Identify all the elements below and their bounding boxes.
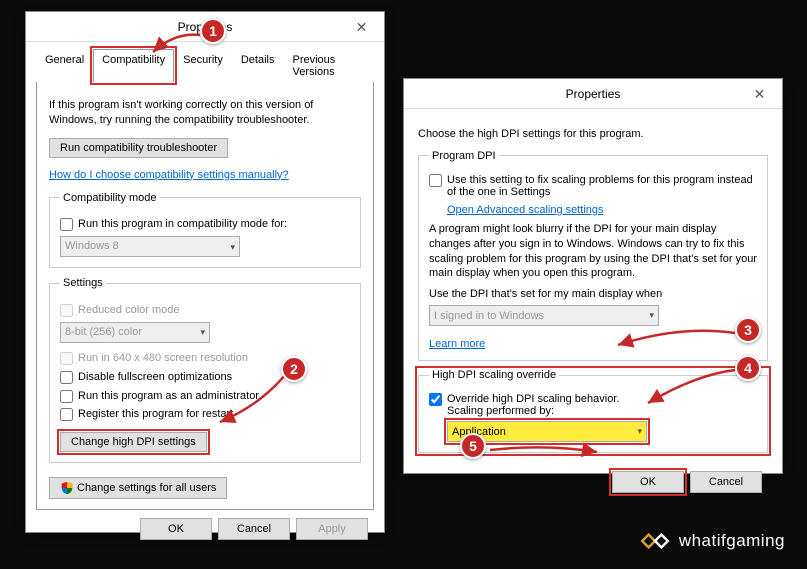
disable-fullscreen-checkbox[interactable] (60, 371, 73, 384)
logo-text: whatifgaming (679, 531, 785, 551)
annotation-badge-4: 4 (735, 355, 761, 381)
register-restart-row[interactable]: Register this program for restart (60, 407, 350, 422)
chevron-down-icon: ▾ (200, 326, 205, 338)
compat-mode-select[interactable]: Windows 8 ▾ (60, 236, 240, 257)
properties-dialog: Properties ✕ General Compatibility Secur… (25, 11, 385, 533)
watermark-logo: whatifgaming (639, 527, 785, 555)
override-checkbox-row[interactable]: Override high DPI scaling behavior. Scal… (429, 393, 757, 417)
ok-button[interactable]: OK (612, 471, 684, 493)
run-admin-row[interactable]: Run this program as an administrator (60, 389, 350, 404)
use-dpi-label: Use the DPI that's set for my main displ… (429, 287, 757, 302)
shield-icon (60, 481, 74, 495)
program-dpi-legend: Program DPI (429, 150, 499, 162)
tab-previous-versions[interactable]: Previous Versions (283, 49, 374, 82)
use-setting-label: Use this setting to fix scaling problems… (447, 174, 757, 198)
override-legend: High DPI scaling override (429, 369, 559, 381)
tab-strip: General Compatibility Security Details P… (36, 48, 374, 82)
cancel-button[interactable]: Cancel (218, 518, 290, 540)
run-640-label: Run in 640 x 480 screen resolution (78, 351, 248, 366)
high-dpi-dialog: Properties ✕ Choose the high DPI setting… (403, 78, 783, 474)
dialog-title: Properties (566, 87, 621, 101)
chevron-down-icon: ▾ (637, 426, 642, 437)
reduced-color-checkbox[interactable] (60, 304, 73, 317)
settings-legend: Settings (60, 276, 106, 291)
compat-mode-checkbox-row[interactable]: Run this program in compatibility mode f… (60, 217, 350, 232)
tab-security[interactable]: Security (174, 49, 232, 82)
register-restart-checkbox[interactable] (60, 408, 73, 421)
compat-mode-checkbox[interactable] (60, 218, 73, 231)
tab-compatibility[interactable]: Compatibility (93, 49, 174, 82)
run-troubleshooter-button[interactable]: Run compatibility troubleshooter (49, 138, 228, 158)
close-icon[interactable]: ✕ (339, 12, 384, 42)
run-admin-checkbox[interactable] (60, 390, 73, 403)
color-depth-select[interactable]: 8-bit (256) color ▾ (60, 322, 210, 343)
chevron-down-icon: ▾ (649, 310, 654, 321)
reduced-color-label: Reduced color mode (78, 303, 180, 318)
register-restart-label: Register this program for restart (78, 407, 233, 422)
compat-mode-label: Run this program in compatibility mode f… (78, 217, 287, 232)
annotation-badge-3: 3 (735, 317, 761, 343)
annotation-badge-2: 2 (281, 356, 307, 382)
annotation-badge-1: 1 (200, 18, 226, 44)
intro-text: If this program isn't working correctly … (49, 98, 361, 128)
change-all-users-button[interactable]: Change settings for all users (49, 477, 227, 499)
when-select[interactable]: I signed in to Windows ▾ (429, 305, 659, 326)
compat-mode-legend: Compatibility mode (60, 191, 160, 206)
chevron-down-icon: ▾ (230, 241, 235, 253)
run-640-checkbox[interactable] (60, 352, 73, 365)
change-high-dpi-button[interactable]: Change high DPI settings (60, 432, 207, 452)
override-label: Override high DPI scaling behavior. Scal… (447, 393, 619, 417)
learn-more-link[interactable]: Learn more (429, 338, 485, 350)
tab-panel: If this program isn't working correctly … (36, 82, 374, 510)
compatibility-mode-group: Compatibility mode Run this program in c… (49, 191, 361, 269)
settings-group: Settings Reduced color mode 8-bit (256) … (49, 276, 361, 463)
annotation-badge-5: 5 (460, 433, 486, 459)
logo-icon (639, 527, 671, 555)
apply-button[interactable]: Apply (296, 518, 368, 540)
use-setting-row[interactable]: Use this setting to fix scaling problems… (429, 174, 757, 198)
disable-fullscreen-label: Disable fullscreen optimizations (78, 370, 232, 385)
cancel-button[interactable]: Cancel (690, 471, 762, 493)
dialog-content: General Compatibility Security Details P… (26, 42, 384, 550)
manual-settings-link[interactable]: How do I choose compatibility settings m… (49, 169, 289, 181)
titlebar[interactable]: Properties ✕ (404, 79, 782, 109)
run-admin-label: Run this program as an administrator (78, 389, 259, 404)
dialog-button-row: OK Cancel Apply (36, 510, 374, 540)
advanced-scaling-link[interactable]: Open Advanced scaling settings (447, 204, 604, 216)
ok-button[interactable]: OK (140, 518, 212, 540)
use-setting-checkbox[interactable] (429, 174, 442, 187)
run-640-row[interactable]: Run in 640 x 480 screen resolution (60, 351, 350, 366)
close-icon[interactable]: ✕ (737, 79, 782, 109)
reduced-color-row[interactable]: Reduced color mode (60, 303, 350, 318)
program-dpi-group: Program DPI Use this setting to fix scal… (418, 150, 768, 361)
intro-text: Choose the high DPI settings for this pr… (418, 127, 768, 142)
override-checkbox[interactable] (429, 393, 442, 406)
program-dpi-desc: A program might look blurry if the DPI f… (429, 222, 757, 281)
dialog-button-row: OK Cancel (418, 463, 768, 493)
tab-details[interactable]: Details (232, 49, 284, 82)
tab-general[interactable]: General (36, 49, 93, 82)
